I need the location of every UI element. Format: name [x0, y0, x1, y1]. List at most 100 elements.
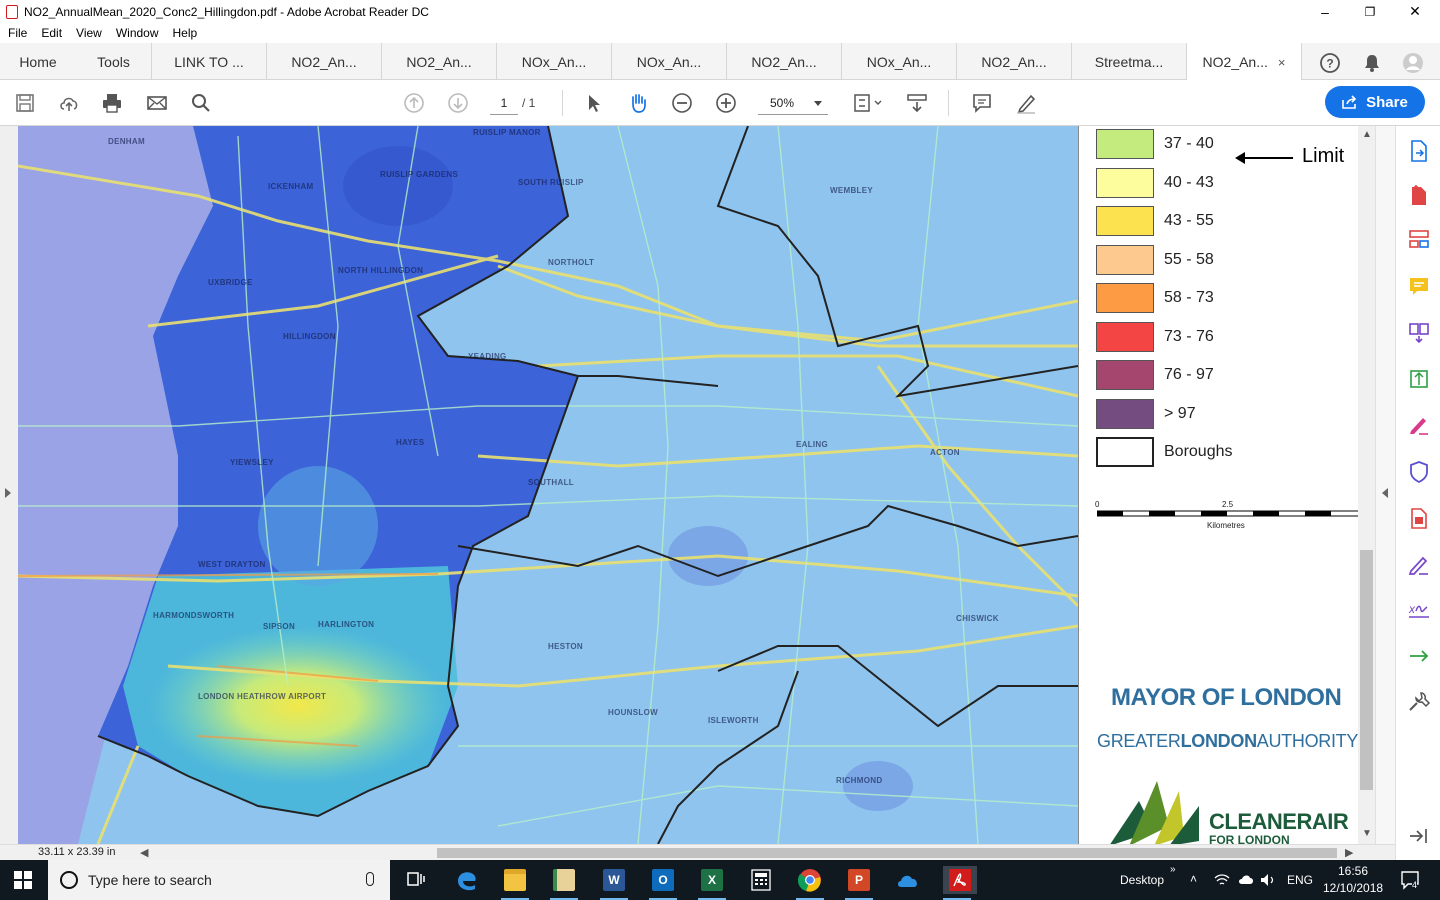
limit-label: Limit: [1302, 145, 1345, 167]
scroll-down-icon[interactable]: ▼: [1362, 828, 1372, 839]
tab-doc-3[interactable]: NO2_An...: [382, 43, 497, 80]
taskbar-search-input[interactable]: Type here to search: [48, 860, 390, 900]
file-explorer-icon[interactable]: [501, 866, 529, 900]
send-for-signature-icon[interactable]: [1407, 553, 1431, 577]
page-number-input[interactable]: 1: [490, 91, 518, 115]
more-tools-wrench-icon[interactable]: [1407, 690, 1431, 714]
scroll-right-icon[interactable]: ▶: [1345, 846, 1353, 859]
scroll-mode-icon[interactable]: [905, 91, 929, 115]
tab-doc-4[interactable]: NOx_An...: [497, 43, 612, 80]
word-icon[interactable]: W: [600, 866, 628, 900]
certificates-icon[interactable]: x: [1407, 597, 1431, 621]
input-language[interactable]: ENG: [1287, 873, 1313, 887]
tab-doc-7[interactable]: NOx_An...: [842, 43, 957, 80]
combine-files-icon[interactable]: [1407, 320, 1431, 344]
menu-view[interactable]: View: [76, 26, 102, 40]
comment-tool-icon[interactable]: [1407, 275, 1431, 299]
zoom-in-icon[interactable]: [714, 91, 738, 115]
tab-tools[interactable]: Tools: [76, 43, 152, 80]
tab-doc-8[interactable]: NO2_An...: [957, 43, 1072, 80]
menu-file[interactable]: File: [8, 26, 27, 40]
organize-pages-icon[interactable]: [1407, 227, 1431, 251]
clock-date[interactable]: 12/10/2018: [1323, 881, 1383, 895]
volume-speaker-icon[interactable]: [1260, 873, 1276, 887]
excel-icon[interactable]: X: [698, 866, 726, 900]
limit-arrow-icon: [1235, 152, 1293, 164]
share-button[interactable]: Share: [1325, 86, 1425, 118]
previous-page-icon[interactable]: [402, 91, 426, 115]
help-icon[interactable]: ?: [1319, 52, 1341, 74]
next-page-icon[interactable]: [446, 91, 470, 115]
desktop-toolbar-label[interactable]: Desktop: [1120, 873, 1164, 887]
hand-tool-icon[interactable]: [626, 91, 650, 115]
highlight-pen-icon[interactable]: [1014, 91, 1038, 115]
scroll-up-icon[interactable]: ▲: [1362, 129, 1372, 140]
tab-doc-5[interactable]: NOx_An...: [612, 43, 727, 80]
comment-icon[interactable]: [970, 91, 994, 115]
export-pdf-icon[interactable]: [1407, 139, 1431, 163]
tab-doc-2[interactable]: NO2_An...: [267, 43, 382, 80]
menu-help[interactable]: Help: [173, 26, 198, 40]
network-wifi-icon[interactable]: [1214, 874, 1230, 886]
task-view-icon[interactable]: [402, 866, 430, 894]
email-icon[interactable]: [145, 91, 169, 115]
zoom-out-icon[interactable]: [670, 91, 694, 115]
fit-page-icon[interactable]: [850, 91, 884, 115]
tab-doc-9[interactable]: Streetma...: [1072, 43, 1187, 80]
edit-pdf-icon[interactable]: [1407, 367, 1431, 391]
close-window-button[interactable]: ✕: [1392, 0, 1438, 23]
outlook-icon[interactable]: O: [649, 866, 677, 900]
search-icon[interactable]: [189, 91, 213, 115]
edge-browser-icon[interactable]: [453, 866, 481, 894]
scrollbar-thumb[interactable]: [1360, 550, 1373, 790]
clock-time[interactable]: 16:56: [1338, 864, 1368, 878]
page-count: / 1: [522, 96, 536, 110]
toolbar-overflow-icon[interactable]: »: [1170, 864, 1176, 875]
tray-chevron-up-icon[interactable]: ˄: [1190, 872, 1197, 886]
export-red-icon[interactable]: [1407, 506, 1431, 530]
account-avatar-icon[interactable]: [1402, 52, 1424, 74]
tab-doc-1[interactable]: LINK TO ...: [152, 43, 267, 80]
maximize-button[interactable]: ❐: [1347, 0, 1393, 23]
tab-close-icon[interactable]: ×: [1278, 55, 1286, 70]
microphone-icon[interactable]: [366, 872, 374, 886]
notification-count-badge: 4: [1412, 880, 1418, 890]
notifications-bell-icon[interactable]: [1361, 52, 1383, 74]
upload-cloud-icon[interactable]: [57, 91, 81, 115]
acrobat-reader-icon[interactable]: [943, 866, 977, 900]
tab-doc-6[interactable]: NO2_An...: [727, 43, 842, 80]
calculator-icon[interactable]: [747, 866, 775, 894]
pinned-app-icon[interactable]: [550, 866, 578, 900]
print-icon[interactable]: [100, 91, 124, 115]
no2-concentration-map[interactable]: DENHAM Ruislip Manor Ickenham Ruislip Ga…: [18, 126, 1078, 844]
left-pane-toggle[interactable]: [0, 126, 18, 844]
minimize-button[interactable]: –: [1302, 0, 1348, 23]
scroll-left-icon[interactable]: ◀: [140, 846, 148, 859]
zoom-level-select[interactable]: 50%: [758, 91, 828, 115]
create-pdf-icon[interactable]: [1407, 183, 1431, 207]
vertical-scrollbar[interactable]: ▲ ▼: [1358, 126, 1375, 844]
save-icon[interactable]: [13, 91, 37, 115]
cloud-sync-icon[interactable]: [1238, 873, 1254, 885]
legend-swatch: [1096, 283, 1154, 313]
horizontal-scrollbar-thumb[interactable]: [437, 848, 1337, 858]
search-placeholder: Type here to search: [88, 872, 212, 888]
powerpoint-icon[interactable]: P: [845, 866, 873, 900]
tab-home[interactable]: Home: [0, 43, 76, 80]
collapse-pane-icon[interactable]: [1407, 824, 1431, 848]
hayes-area: [258, 466, 378, 586]
onedrive-cloud-icon[interactable]: [894, 866, 922, 894]
tab-doc-active[interactable]: NO2_An... ×: [1187, 43, 1302, 81]
legend-item: > 97: [1096, 399, 1196, 429]
menu-edit[interactable]: Edit: [41, 26, 62, 40]
windows-start-icon[interactable]: [14, 871, 32, 889]
chrome-icon[interactable]: [796, 866, 824, 900]
right-pane-toggle[interactable]: [1375, 126, 1395, 844]
select-cursor-icon[interactable]: [582, 91, 606, 115]
title-bar: NO2_AnnualMean_2020_Conc2_Hillingdon.pdf…: [0, 0, 1440, 23]
protect-shield-icon[interactable]: [1407, 460, 1431, 484]
fill-sign-icon[interactable]: [1407, 413, 1431, 437]
map-label-ruislip-manor: Ruislip Manor: [473, 128, 541, 137]
menu-window[interactable]: Window: [116, 26, 159, 40]
send-arrow-icon[interactable]: [1407, 644, 1431, 668]
